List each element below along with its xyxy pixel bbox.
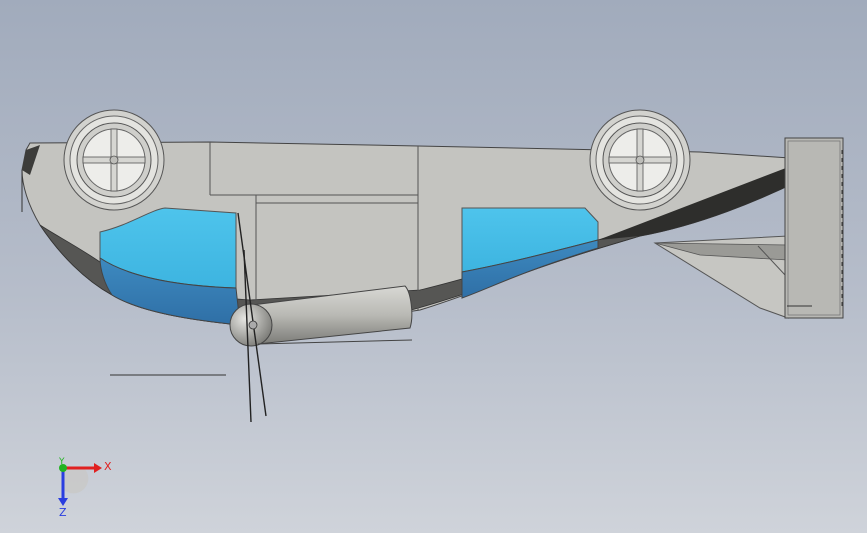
front-window: [99, 207, 241, 326]
graphics-viewport[interactable]: X Y Z: [0, 0, 867, 533]
vehicle-model[interactable]: [0, 0, 867, 533]
y-axis-label: Y: [58, 457, 65, 467]
x-axis-label: X: [104, 460, 112, 473]
view-triad-icon[interactable]: X Y Z: [44, 452, 114, 522]
x-arrowhead-icon: [94, 463, 102, 473]
wheel-front-icon: [63, 109, 165, 211]
z-arrowhead-icon: [58, 498, 68, 506]
rear-fan-housing: [784, 137, 844, 319]
wheel-rear-icon: [589, 109, 691, 211]
rear-window: [461, 207, 599, 299]
tail-fin: [653, 235, 789, 319]
z-axis-label: Z: [59, 506, 67, 519]
triad-plane-icon: [63, 468, 89, 494]
